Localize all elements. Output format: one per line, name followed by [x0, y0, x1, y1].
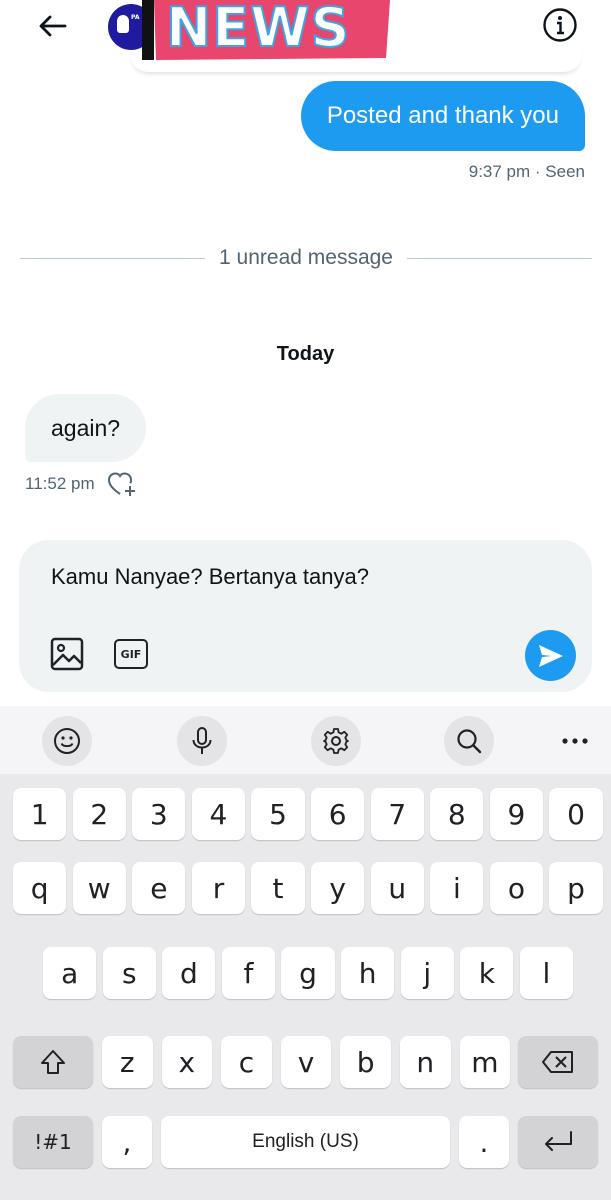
number-key-9[interactable]: 9 — [489, 788, 544, 840]
letter-key-u[interactable]: u — [370, 862, 424, 914]
letter-key-b[interactable]: b — [340, 1036, 391, 1088]
info-circle-icon — [543, 8, 577, 42]
letter-key-m[interactable]: m — [459, 1036, 511, 1088]
voice-input-button[interactable] — [177, 716, 227, 766]
letter-key-w[interactable]: w — [72, 862, 126, 914]
sent-message-meta: 9:37 pm · Seen — [468, 162, 585, 181]
letter-key-q[interactable]: q — [13, 862, 67, 914]
shift-key[interactable] — [13, 1036, 93, 1088]
letter-key-h[interactable]: h — [341, 947, 395, 999]
add-gif-button[interactable]: GIF — [112, 636, 150, 672]
divider-line-right — [406, 257, 593, 259]
heart-plus-icon — [107, 472, 135, 496]
letter-key-j[interactable]: j — [400, 947, 454, 999]
letter-key-d[interactable]: d — [162, 947, 216, 999]
letter-key-g[interactable]: g — [281, 947, 335, 999]
letter-key-p[interactable]: p — [549, 862, 603, 914]
letter-key-z[interactable]: z — [102, 1036, 153, 1088]
letter-key-x[interactable]: x — [161, 1036, 213, 1088]
enter-icon — [545, 1131, 572, 1151]
message-composer: Kamu Nanyae? Bertanya tanya? GIF — [19, 540, 592, 692]
sent-message-text: Posted and thank you — [326, 102, 559, 129]
shift-icon — [41, 1050, 65, 1074]
search-icon — [457, 729, 482, 754]
number-key-3[interactable]: 3 — [132, 788, 186, 840]
number-key-2[interactable]: 2 — [72, 788, 126, 840]
keyboard-settings-button[interactable] — [311, 716, 361, 766]
backspace-key[interactable] — [518, 1036, 598, 1088]
letter-key-t[interactable]: t — [251, 862, 305, 914]
received-message-meta: 11:52 pm — [25, 472, 137, 496]
emoji-icon — [54, 728, 80, 754]
comma-key[interactable]: , — [102, 1116, 152, 1168]
unread-divider: 1 unread message — [20, 240, 593, 276]
back-button[interactable] — [30, 8, 74, 44]
date-separator: Today — [276, 343, 335, 365]
sent-message-bubble[interactable]: Posted and thank you — [300, 81, 585, 151]
keyboard-toolbar — [0, 706, 611, 774]
number-key-8[interactable]: 8 — [430, 788, 484, 840]
letter-key-o[interactable]: o — [489, 862, 544, 914]
letter-key-l[interactable]: l — [519, 947, 574, 999]
send-button[interactable] — [525, 630, 576, 681]
gear-icon — [323, 728, 349, 754]
info-button[interactable] — [540, 5, 580, 45]
letter-key-n[interactable]: n — [400, 1036, 451, 1088]
backspace-icon — [542, 1051, 573, 1073]
letter-key-c[interactable]: c — [221, 1036, 272, 1088]
conversation-header: PA NEWS — [0, 0, 611, 72]
number-key-6[interactable]: 6 — [311, 788, 365, 840]
enter-key[interactable] — [518, 1116, 598, 1168]
letter-key-r[interactable]: r — [191, 862, 246, 914]
letter-key-e[interactable]: e — [132, 862, 186, 914]
arrow-left-icon — [39, 15, 67, 37]
letter-key-f[interactable]: f — [221, 947, 276, 999]
avatar-silhouette — [117, 15, 129, 33]
svg-text:NEWS: NEWS — [166, 0, 351, 59]
letter-key-a[interactable]: a — [43, 947, 97, 999]
symbols-key[interactable]: !#1 — [13, 1116, 93, 1168]
number-key-7[interactable]: 7 — [370, 788, 424, 840]
period-key[interactable]: . — [459, 1116, 509, 1168]
message-input[interactable]: Kamu Nanyae? Bertanya tanya? — [51, 564, 551, 590]
received-message-time: 11:52 pm — [25, 474, 95, 493]
more-options-button[interactable] — [550, 716, 600, 766]
number-key-4[interactable]: 4 — [191, 788, 246, 840]
send-icon — [538, 644, 563, 667]
more-horizontal-icon — [562, 738, 588, 744]
letter-key-i[interactable]: i — [430, 862, 484, 914]
space-key[interactable]: English (US) — [161, 1116, 450, 1168]
image-icon — [50, 637, 84, 671]
keyboard-search-button[interactable] — [444, 716, 494, 766]
gif-icon: GIF — [114, 639, 148, 669]
letter-key-s[interactable]: s — [102, 947, 156, 999]
emoji-button[interactable] — [42, 716, 92, 766]
number-key-5[interactable]: 5 — [251, 788, 305, 840]
on-screen-keyboard: 1234567890 qwertyuiop asdfghjkl zxcvbnm !#1… — [0, 706, 611, 1200]
add-reaction-button[interactable] — [107, 471, 137, 497]
add-photo-button[interactable] — [49, 636, 85, 672]
news-sticker-image: NEWS — [142, 0, 390, 60]
letter-key-k[interactable]: k — [460, 947, 514, 999]
number-key-1[interactable]: 1 — [13, 788, 67, 840]
microphone-icon — [192, 727, 212, 754]
letter-key-v[interactable]: v — [280, 1036, 332, 1088]
letter-key-y[interactable]: y — [311, 862, 365, 914]
number-key-0[interactable]: 0 — [549, 788, 603, 840]
divider-line-left — [20, 257, 206, 259]
received-message-bubble[interactable]: again? — [25, 394, 147, 462]
unread-label: 1 unread message — [219, 246, 393, 269]
received-message-text: again? — [51, 414, 121, 441]
